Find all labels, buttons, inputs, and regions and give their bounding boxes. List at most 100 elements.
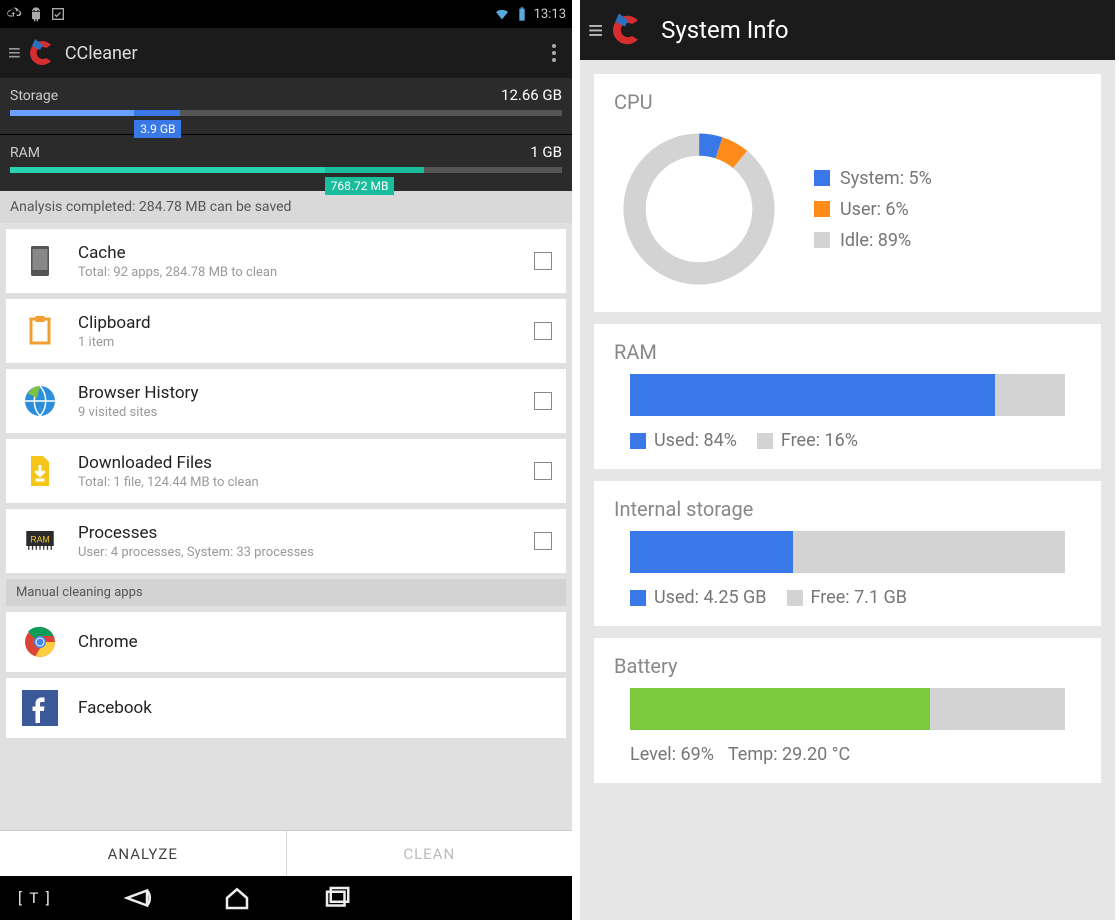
appbar: ≡ System Info (580, 0, 1115, 60)
facebook-icon (20, 688, 60, 728)
item-subtitle: Total: 92 apps, 284.78 MB to clean (78, 265, 534, 280)
legend-swatch (814, 232, 830, 248)
item-subtitle: 1 item (78, 335, 534, 350)
item-checkbox[interactable] (534, 462, 552, 480)
recent-apps-icon[interactable] (322, 883, 352, 913)
cpu-legend: System: 5% User: 6% Idle: 89% (814, 168, 932, 251)
item-title: Processes (78, 523, 534, 543)
keyboard-icon[interactable]: [ T ] (18, 889, 52, 907)
storage-label: Storage (10, 88, 58, 104)
ram-used-tag: 768.72 MB (325, 177, 395, 195)
legend-item: Used: 4.25 GB (630, 587, 767, 608)
battery-temp: Temp: 29.20 °C (728, 744, 850, 765)
legend-swatch (630, 590, 646, 606)
clean-item[interactable]: Cache Total: 92 apps, 284.78 MB to clean (6, 229, 566, 293)
legend-label: Free: 16% (781, 430, 858, 451)
ccleaner-logo-icon (25, 37, 57, 69)
item-checkbox[interactable] (534, 252, 552, 270)
battery-title: Battery (614, 654, 1081, 678)
svg-text:RAM: RAM (30, 534, 49, 544)
battery-panel: Battery Level: 69% Temp: 29.20 °C (594, 638, 1101, 783)
legend-label: Idle: 89% (840, 230, 911, 251)
download-icon (20, 451, 60, 491)
item-title: Browser History (78, 383, 534, 403)
legend-item: Free: 16% (757, 430, 858, 451)
clean-item[interactable]: RAMProcessesUser: 4 processes, System: 3… (6, 509, 566, 573)
ram-legend: Used: 84% Free: 16% (614, 430, 1081, 451)
left-phone: 13:13 ≡ CCleaner Storage 12.66 GB 3.9 GB… (0, 0, 572, 920)
wifi-icon (494, 6, 510, 22)
ccleaner-logo-icon (607, 11, 645, 49)
legend-swatch (814, 201, 830, 217)
legend-item: System: 5% (814, 168, 932, 189)
ram-bar-chart (630, 374, 1065, 416)
storage-panel: Internal storage Used: 4.25 GB Free: 7.1 … (594, 481, 1101, 626)
ram-total: 1 GB (530, 143, 562, 161)
menu-icon[interactable]: ≡ (588, 15, 603, 46)
manual-subheader: Manual cleaning apps (6, 579, 566, 606)
storage-legend: Used: 4.25 GB Free: 7.1 GB (614, 587, 1081, 608)
cpu-panel: CPU System: 5% User: 6% Idle: 89% (594, 74, 1101, 312)
clipboard-icon (20, 311, 60, 351)
checkbox-icon (50, 6, 66, 22)
phone-icon (20, 241, 60, 281)
item-subtitle: Total: 1 file, 124.44 MB to clean (78, 475, 534, 490)
app-title: Chrome (78, 632, 552, 652)
overflow-menu-icon[interactable] (544, 44, 564, 62)
ram-meter[interactable]: RAM 1 GB 768.72 MB (0, 135, 572, 191)
item-title: Cache (78, 243, 534, 263)
page-title: System Info (661, 16, 788, 44)
battery-legend: Level: 69% Temp: 29.20 °C (614, 744, 1081, 765)
chrome-icon (20, 622, 60, 662)
legend-label: User: 6% (840, 199, 909, 220)
legend-swatch (630, 433, 646, 449)
clean-list[interactable]: CacheTotal: 92 apps, 284.78 MB to cleanC… (0, 223, 572, 830)
legend-item: Used: 84% (630, 430, 737, 451)
storage-total: 12.66 GB (501, 86, 562, 104)
manual-app-item[interactable]: Facebook (6, 678, 566, 738)
clean-item[interactable]: Downloaded Files Total: 1 file, 124.44 MB… (6, 439, 566, 503)
appbar: ≡ CCleaner (0, 28, 572, 78)
clean-button[interactable]: CLEAN (287, 831, 573, 876)
android-navbar: [ T ] (0, 876, 572, 920)
item-title: Clipboard (78, 313, 534, 333)
cpu-donut-chart (614, 124, 784, 294)
legend-label: Used: 84% (654, 430, 737, 451)
item-subtitle: 9 visited sites (78, 405, 534, 420)
menu-icon[interactable]: ≡ (8, 40, 21, 66)
cloud-upload-icon (6, 6, 22, 22)
app-title: CCleaner (65, 43, 544, 64)
ram-icon: RAM (20, 521, 60, 561)
storage-bar-chart (630, 531, 1065, 573)
manual-app-item[interactable]: Chrome (6, 612, 566, 672)
home-icon[interactable] (222, 883, 252, 913)
item-title: Downloaded Files (78, 453, 534, 473)
item-checkbox[interactable] (534, 322, 552, 340)
storage-meter[interactable]: Storage 12.66 GB 3.9 GB (0, 78, 572, 134)
legend-label: Free: 7.1 GB (811, 587, 908, 608)
ram-label: RAM (10, 145, 40, 161)
legend-item: Free: 7.1 GB (787, 587, 908, 608)
meters-section: Storage 12.66 GB 3.9 GB RAM 1 GB 768.72 … (0, 78, 572, 191)
battery-level: Level: 69% (630, 744, 714, 765)
legend-item: Idle: 89% (814, 230, 932, 251)
clean-item[interactable]: Browser History 9 visited sites (6, 369, 566, 433)
analyze-button[interactable]: ANALYZE (0, 831, 287, 876)
ram-bar: 768.72 MB (10, 167, 562, 173)
cpu-title: CPU (614, 90, 1081, 114)
analysis-banner: Analysis completed: 284.78 MB can be sav… (0, 191, 572, 223)
back-icon[interactable] (122, 883, 152, 913)
right-phone: ≡ System Info CPU System: 5% User: 6% Idle… (580, 0, 1115, 920)
legend-swatch (814, 170, 830, 186)
clean-item[interactable]: Clipboard 1 item (6, 299, 566, 363)
battery-bar-chart (630, 688, 1065, 730)
legend-swatch (757, 433, 773, 449)
legend-swatch (787, 590, 803, 606)
panels[interactable]: CPU System: 5% User: 6% Idle: 89% RAM Used… (580, 60, 1115, 797)
item-checkbox[interactable] (534, 392, 552, 410)
storage-title: Internal storage (614, 497, 1081, 521)
storage-bar: 3.9 GB (10, 110, 562, 116)
ram-title: RAM (614, 340, 1081, 364)
item-checkbox[interactable] (534, 532, 552, 550)
legend-item: User: 6% (814, 199, 932, 220)
